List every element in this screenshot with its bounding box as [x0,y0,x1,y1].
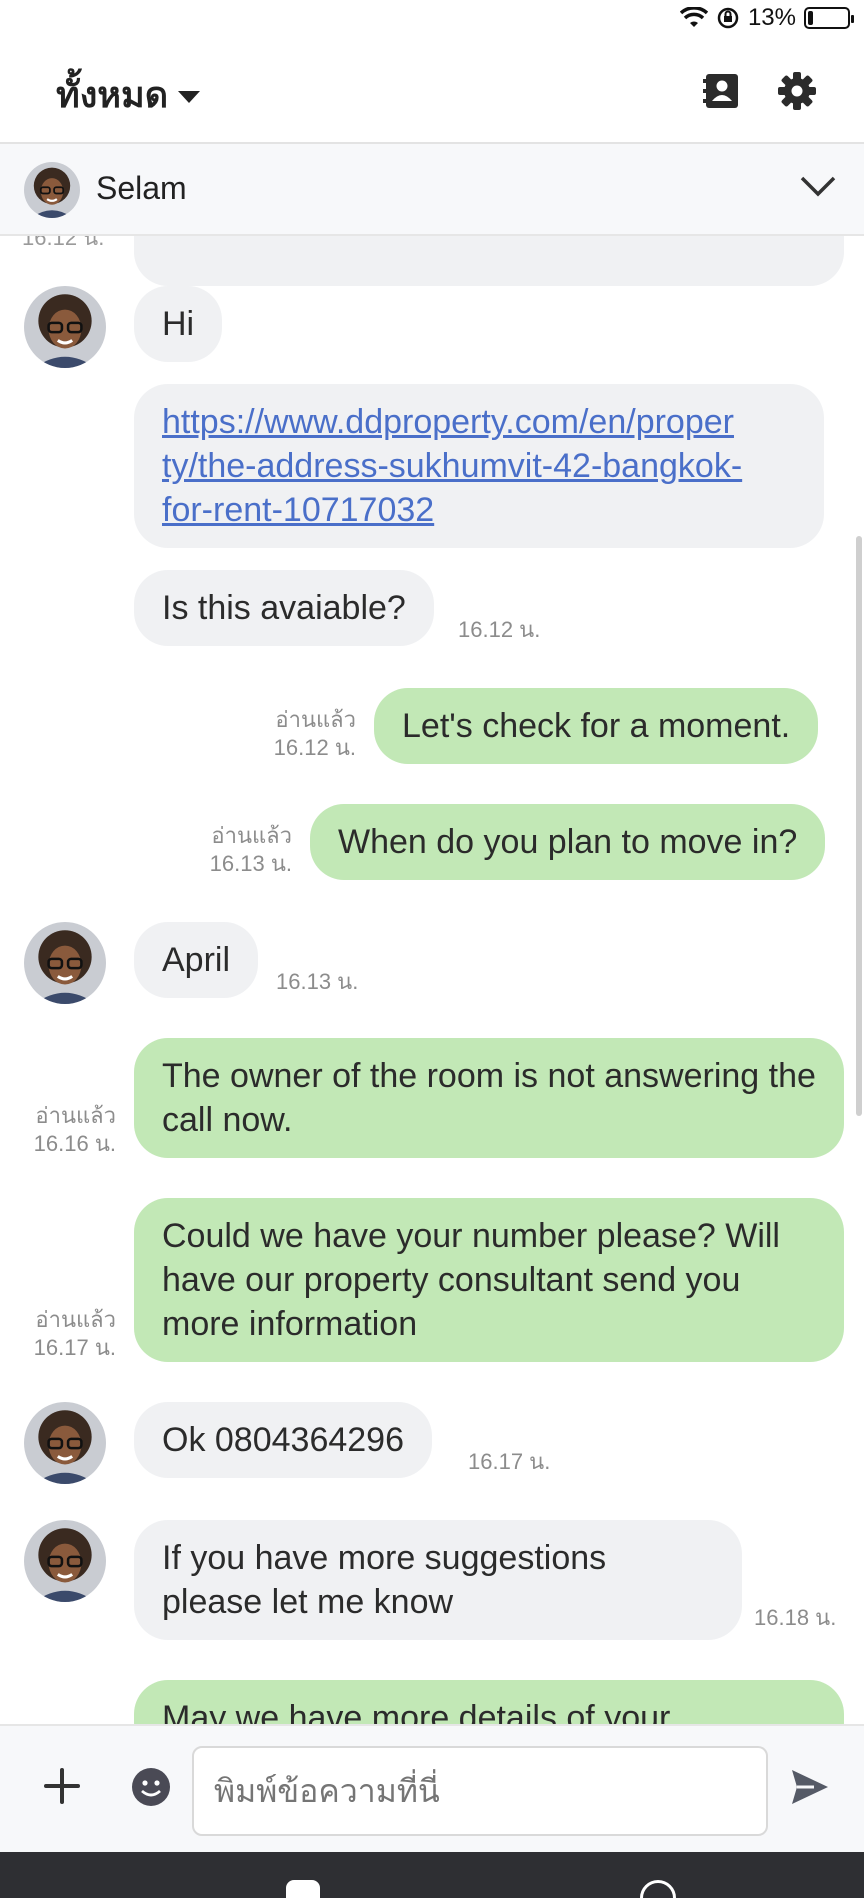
read-status: อ่านแล้ว 16.17 น. [6,1306,116,1362]
message-text: Could we have your number please? Will h… [162,1217,780,1343]
message-bubble-outgoing[interactable]: Let's check for a moment. [374,688,819,764]
message-text: Ok 0804364296 [162,1421,404,1459]
scrollbar[interactable] [856,536,862,1116]
sender-avatar[interactable] [24,1402,106,1484]
message-bubble-incoming[interactable]: https://www.ddproperty.com/en/proper ty/… [134,384,824,548]
status-indicators: 13% [679,4,854,32]
message-time: 16.13 น. [276,969,359,994]
send-icon[interactable] [788,1766,832,1808]
caret-down-icon [178,90,201,103]
message-bubble-outgoing[interactable]: When do you plan to move in? [310,804,826,880]
message-text: May we have more details of your [162,1699,671,1724]
link-line: ty/the-address-sukhumvit-42-bangkok- [162,447,743,485]
message-time: 16.16 น. [33,1131,116,1156]
read-status: อ่านแล้ว 16.16 น. [6,1102,116,1158]
sender-avatar[interactable] [24,286,106,368]
message-bubble-incoming[interactable]: Ok 0804364296 [134,1402,432,1478]
emoji-icon[interactable] [130,1766,172,1808]
message-text: When do you plan to move in? [338,823,798,861]
battery-percent: 13% [747,4,796,31]
chat-messages[interactable]: 16.12 น. Hi https://www.ddproperty.com/e… [0,236,864,1724]
plus-icon[interactable] [40,1764,84,1808]
gear-icon [778,72,816,110]
message-bubble-incoming[interactable]: If you have more suggestions please let … [134,1520,742,1640]
message-time: 16.18 น. [754,1605,837,1630]
message-text: Let's check for a moment. [402,707,791,745]
message-bubble-incoming[interactable]: Hi [134,286,223,362]
chevron-down-icon[interactable] [796,164,840,208]
message-bubble-outgoing[interactable]: The owner of the room is not answering t… [134,1038,844,1158]
system-nav-bar [0,1852,864,1898]
message-bubble-incoming[interactable]: April [134,922,259,998]
read-label: อ่านแล้ว [211,823,292,848]
home-button[interactable] [640,1880,676,1898]
read-label: อ่านแล้ว [35,1307,116,1332]
contact-book-icon [703,74,738,108]
message-text: April [162,941,231,979]
wifi-icon [679,7,708,27]
message-input-bar [0,1724,864,1852]
link-line: https://www.ddproperty.com/en/proper [162,403,734,441]
message-time: 16.12 น. [273,735,356,760]
recent-apps-button[interactable] [286,1880,320,1898]
read-label: อ่านแล้ว [275,707,356,732]
status-bar: 13% [0,0,864,40]
chat-filter-dropdown[interactable]: ทั้งหมด [56,66,201,123]
chat-contact-bar[interactable]: Selam [0,144,864,236]
property-link[interactable]: https://www.ddproperty.com/en/proper ty/… [162,403,742,529]
message-bubble-outgoing[interactable]: Could we have your number please? Will h… [134,1198,844,1362]
sender-avatar[interactable] [24,922,106,1004]
message-text: Is this avaiable? [162,589,406,627]
message-time: 16.13 น. [209,851,292,876]
settings-button[interactable] [772,66,822,116]
message-text: Hi [162,305,195,343]
message-time: 16.12 น. [458,617,541,642]
contact-book-button[interactable] [696,66,746,116]
message-time: 16.12 น. [22,236,105,250]
link-line: for-rent-10717032 [162,491,435,529]
message-text: The owner of the room is not answering t… [162,1057,816,1139]
contact-avatar [24,162,80,218]
sender-avatar[interactable] [24,1520,106,1602]
message-bubble-outgoing[interactable]: May we have more details of your [134,1680,844,1724]
filter-label: ทั้งหมด [56,74,169,115]
message-bubble-partial [134,236,844,286]
read-status: อ่านแล้ว 16.12 น. [230,706,356,762]
message-time: 16.17 น. [468,1449,551,1474]
message-time: 16.17 น. [33,1335,116,1360]
message-input[interactable] [192,1746,768,1836]
battery-icon [804,7,854,29]
read-status: อ่านแล้ว 16.13 น. [166,822,292,878]
message-text: If you have more suggestions please let … [162,1539,607,1621]
app-header: ทั้งหมด [0,40,864,144]
contact-name: Selam [96,170,187,206]
message-bubble-incoming[interactable]: Is this avaiable? [134,570,434,646]
rotation-lock-icon [717,7,739,29]
read-label: อ่านแล้ว [35,1103,116,1128]
